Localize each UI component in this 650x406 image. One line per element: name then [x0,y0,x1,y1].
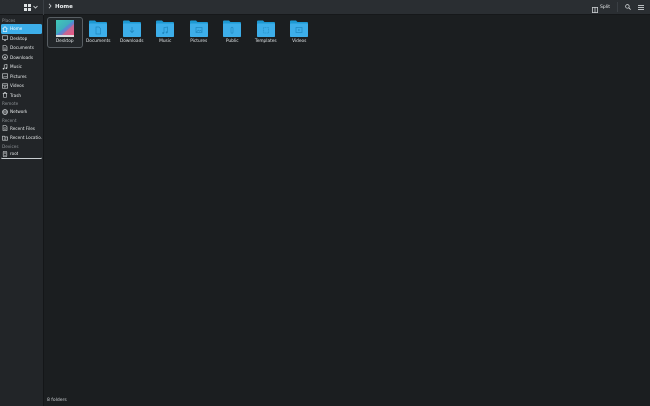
trash-icon [2,92,8,99]
toolbar: Home Split [0,0,650,15]
hamburger-menu-icon [637,4,644,10]
file-item-music[interactable]: Music [149,18,183,47]
network-icon [2,108,8,115]
documents-folder-icon [89,20,108,37]
toolbar-separator [617,2,618,12]
toolbar-left [0,0,44,15]
file-item-videos[interactable]: Videos [283,18,317,47]
documents-icon [2,44,8,51]
downloads-folder-icon [122,20,141,37]
split-label: Split [600,4,610,10]
toolbar-right: Split [589,2,650,13]
sidebar-item-network[interactable]: Network [1,107,42,117]
file-name: Templates [254,39,277,44]
sidebar-item-trash[interactable]: Trash [1,91,42,101]
templates-folder-icon [256,20,275,37]
file-item-pictures[interactable]: Pictures [182,18,216,47]
file-name: Music [159,39,172,44]
menu-button[interactable] [635,2,646,13]
icon-view-grid-icon [24,3,31,11]
music-folder-icon [156,20,175,37]
sidebar-item-label: Documents [10,45,34,51]
sidebar-item-root[interactable]: root [1,150,42,159]
sidebar-item-label: Downloads [10,54,33,60]
sidebar-item-label: Recent Files [10,125,35,131]
search-icon [624,4,631,10]
videos-folder-icon [290,20,309,37]
file-grid: Desktop Documents Downloads Music Pictur… [47,17,317,48]
sidebar-item-downloads[interactable]: Downloads [1,53,42,63]
sidebar-item-label: Music [10,64,22,70]
sidebar-item-recent-locations[interactable]: Recent Locatio... [1,133,42,143]
sidebar-item-label: Trash [10,92,22,98]
sidebar-item-home[interactable]: Home [1,24,42,34]
sidebar-item-label: Desktop [10,35,28,41]
file-item-downloads[interactable]: Downloads [115,18,149,47]
music-icon [2,63,8,70]
chevron-down-icon [33,5,38,9]
desktop-icon [2,35,8,41]
section-title-devices: Devices [2,143,19,149]
file-view[interactable]: Desktop Documents Downloads Music Pictur… [45,15,650,395]
file-name: Downloads [119,39,144,44]
pictures-icon [2,73,8,79]
sidebar-item-recent-files[interactable]: Recent Files [1,124,42,134]
sidebar-item-label: Home [10,26,23,32]
places-sidebar: Places Home Desktop Documents Downloads [0,15,44,406]
file-item-desktop[interactable]: Desktop [47,17,83,48]
pictures-folder-icon [189,20,208,37]
section-title-recent: Recent [2,117,17,123]
breadcrumb-home[interactable]: Home [55,4,73,10]
sidebar-item-label: root [10,151,19,157]
file-name: Documents [86,39,111,44]
sidebar-item-label: Recent Locatio... [10,135,42,141]
public-folder-icon [223,20,242,37]
search-button[interactable] [622,2,633,13]
sidebar-item-label: Network [10,109,28,115]
breadcrumb: Home [48,0,73,15]
desktop-folder-icon [55,20,74,37]
recent-files-icon [2,125,8,132]
sidebar-item-label: Videos [10,83,24,89]
file-name: Pictures [190,39,208,44]
downloads-icon [2,54,8,61]
status-bar: 8 folders [45,395,650,406]
view-mode-button[interactable] [22,2,40,13]
sidebar-item-label: Pictures [10,73,27,79]
file-item-templates[interactable]: Templates [249,18,283,47]
section-title-remote: Remote [2,101,19,106]
videos-icon [2,83,8,89]
status-text: 8 folders [47,398,67,403]
sidebar-item-desktop[interactable]: Desktop [1,34,42,44]
sidebar-item-videos[interactable]: Videos [1,81,42,91]
file-item-documents[interactable]: Documents [82,18,116,47]
home-icon [2,26,8,32]
section-title-places: Places [2,18,16,23]
file-name: Videos [292,39,307,44]
drive-icon [2,150,8,157]
sidebar-item-music[interactable]: Music [1,62,42,72]
sidebar-item-documents[interactable]: Documents [1,43,42,53]
file-name: Public [225,39,239,44]
recent-locations-icon [2,135,8,141]
breadcrumb-chevron-icon[interactable] [48,3,52,11]
sidebar-item-pictures[interactable]: Pictures [1,72,42,82]
split-button[interactable]: Split [589,2,613,13]
file-name: Desktop [55,39,74,44]
file-item-public[interactable]: Public [216,18,250,47]
